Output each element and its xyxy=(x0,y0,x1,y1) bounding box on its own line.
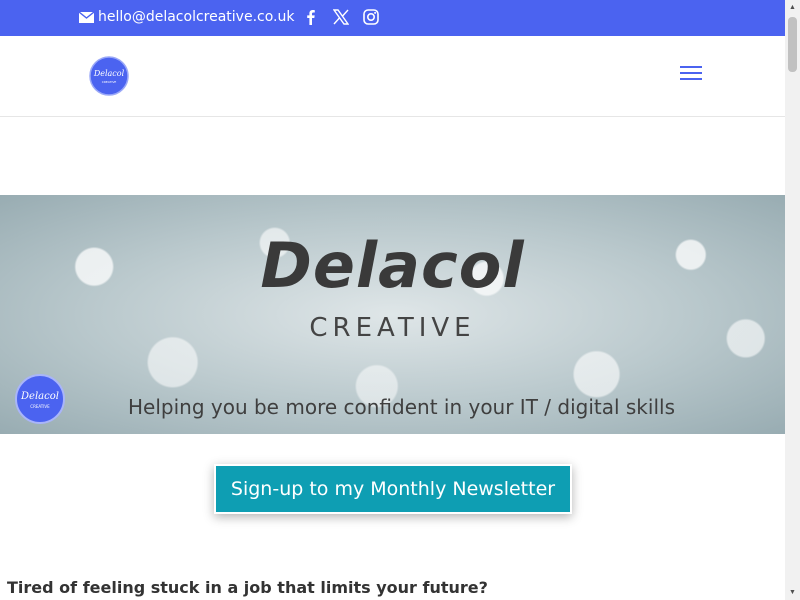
hero-title: Delacol xyxy=(260,229,525,302)
newsletter-signup-button[interactable]: Sign-up to my Monthly Newsletter xyxy=(214,464,572,514)
hero-badge-logo: Delacol CREATIVE xyxy=(15,374,65,424)
hero-tagline: Helping you be more confident in your IT… xyxy=(128,395,675,419)
scrollbar-thumb[interactable] xyxy=(788,17,797,72)
site-logo[interactable]: Delacol CREATIVE xyxy=(89,56,129,96)
scroll-down-arrow-icon[interactable]: ▼ xyxy=(785,585,800,600)
instagram-icon[interactable] xyxy=(363,9,379,25)
section-heading: Tired of feeling stuck in a job that lim… xyxy=(7,578,488,597)
badge-text: Delacol xyxy=(20,391,59,402)
scroll-up-arrow-icon[interactable]: ▲ xyxy=(785,0,800,15)
logo-text: Delacol xyxy=(93,69,125,78)
top-bar: hello@delacolcreative.co.uk xyxy=(0,0,785,36)
email-link[interactable]: hello@delacolcreative.co.uk xyxy=(79,9,294,25)
mail-icon xyxy=(79,11,94,23)
site-header: Delacol CREATIVE xyxy=(0,36,785,117)
hamburger-menu-icon[interactable] xyxy=(680,66,702,82)
x-icon[interactable] xyxy=(333,9,349,25)
page-scrollbar[interactable]: ▲ ▼ xyxy=(785,0,800,600)
logo-subtext: CREATIVE xyxy=(102,80,117,84)
facebook-icon[interactable] xyxy=(303,9,319,25)
email-text: hello@delacolcreative.co.uk xyxy=(98,9,295,25)
hero-subtitle: CREATIVE xyxy=(309,313,476,343)
hero-banner: Delacol CREATIVE Delacol CREATIVE Helpin… xyxy=(0,195,785,434)
badge-subtext: CREATIVE xyxy=(30,404,50,409)
